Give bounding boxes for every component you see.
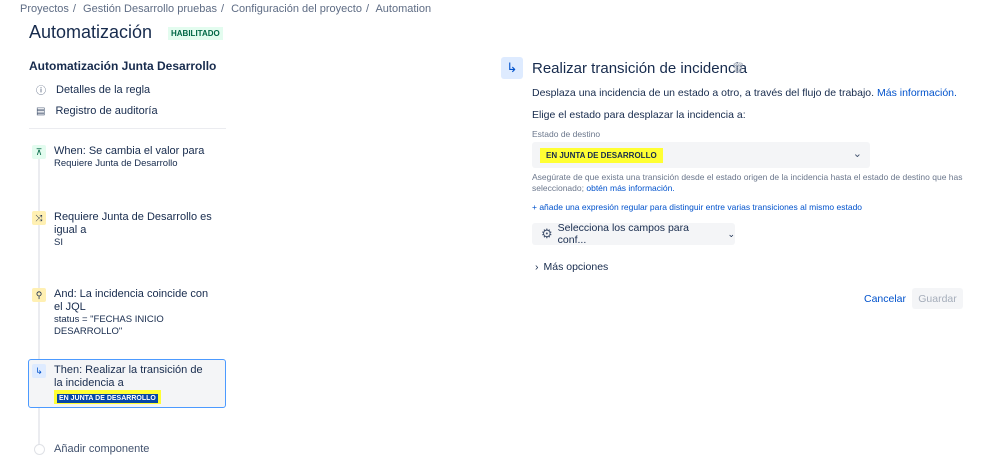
more-info-link[interactable]: Más información.	[877, 87, 957, 99]
step-trigger[interactable]: ⊼ When: Se cambia el valor para Requiere…	[32, 145, 222, 170]
breadcrumb-project[interactable]: Gestión Desarrollo pruebas	[83, 3, 217, 15]
status-badge: HABILITADO	[168, 27, 223, 40]
selected-status: EN JUNTA DE DESARROLLO	[540, 148, 663, 163]
choose-label: Elige el estado para desplazar la incide…	[532, 109, 746, 121]
hint-link[interactable]: obtén más información.	[586, 183, 674, 193]
breadcrumb-projects[interactable]: Proyectos	[20, 3, 69, 15]
trash-icon[interactable]: 🗑	[732, 63, 745, 74]
step-jql[interactable]: ⚲ And: La incidencia coincide con el JQL…	[32, 288, 222, 338]
document-icon: ▤	[36, 105, 46, 117]
description-text: Desplaza una incidencia de un estado a o…	[532, 87, 875, 99]
nav-label: Registro de auditoría	[55, 105, 158, 117]
condition-icon: ⤨	[32, 211, 46, 225]
select-fields-button[interactable]: ⚙ Selecciona los campos para conf... ⌄	[532, 222, 735, 246]
step-detail: SI	[54, 237, 63, 248]
step-title: Then: Realizar la transición de la incid…	[54, 364, 203, 389]
chevron-right-icon: ›	[535, 261, 539, 273]
transition-icon: ↳	[32, 364, 46, 378]
step-title: And: La incidencia coincide con el JQL	[54, 288, 209, 313]
status-lozenge: EN JUNTA DE DESARROLLO	[57, 394, 158, 403]
nav-label: Detalles de la regla	[56, 83, 151, 96]
chevron-down-icon: ⌄	[852, 148, 862, 160]
breadcrumb-settings[interactable]: Configuración del proyecto	[231, 3, 362, 15]
panel-description: Desplaza una incidencia de un estado a o…	[532, 87, 957, 99]
add-circle-icon	[34, 444, 45, 455]
step-detail: status = "FECHAS INICIO DESARROLLO"	[54, 314, 164, 337]
add-component-link[interactable]: Añadir componente	[54, 443, 149, 455]
field-label: Estado de destino	[532, 129, 601, 139]
divider	[29, 128, 226, 129]
chevron-down-icon: ⌄	[727, 228, 735, 239]
step-title: Requiere Junta de Desarrollo es igual a	[54, 211, 212, 236]
step-action[interactable]: ↳ Then: Realizar la transición de la inc…	[32, 364, 222, 404]
fields-button-label: Selecciona los campos para conf...	[557, 222, 689, 246]
page-title: Automatización	[29, 22, 153, 42]
nav-rule-details[interactable]: ⓘ Detalles de la regla	[36, 82, 151, 98]
rule-name: Automatización Junta Desarrollo	[29, 59, 217, 73]
cancel-button[interactable]: Cancelar	[864, 293, 906, 305]
info-icon: ⓘ	[36, 86, 46, 97]
more-options-toggle[interactable]: › Más opciones	[535, 261, 608, 273]
nav-audit-log[interactable]: ▤ Registro de auditoría	[36, 105, 158, 117]
step-title: When: Se cambia el valor para	[54, 145, 205, 157]
destination-status-select[interactable]: EN JUNTA DE DESARROLLO ⌄	[532, 142, 870, 168]
breadcrumb: Proyectos / Gestión Desarrollo pruebas / C…	[20, 3, 432, 15]
transition-icon: ↳	[501, 57, 523, 79]
more-options-label: Más opciones	[543, 261, 609, 273]
transition-hint: Asegúrate de que exista una transición d…	[532, 172, 972, 194]
step-condition[interactable]: ⤨ Requiere Junta de Desarrollo es igual …	[32, 211, 222, 249]
breadcrumb-automation[interactable]: Automation	[375, 3, 431, 15]
panel-title: Realizar transición de incidencia	[532, 60, 748, 77]
search-icon: ⚲	[32, 288, 46, 302]
trigger-icon: ⊼	[32, 145, 46, 159]
gear-icon: ⚙	[541, 226, 553, 241]
step-detail: Requiere Junta de Desarrollo	[54, 158, 178, 169]
save-button[interactable]: Guardar	[912, 288, 963, 309]
add-regex-link[interactable]: + añade una expresión regular para disti…	[532, 202, 862, 212]
